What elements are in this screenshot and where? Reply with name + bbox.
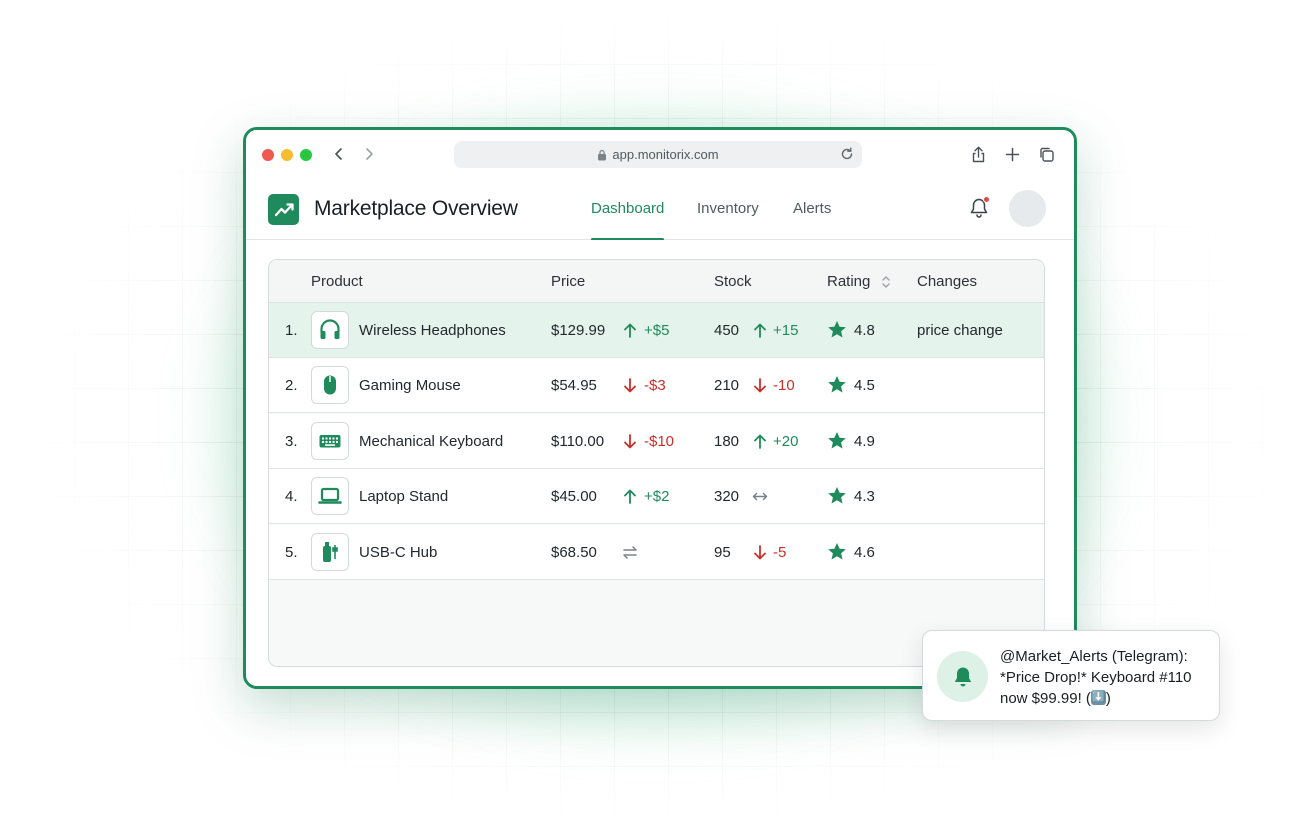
arrow-down-icon: [752, 377, 768, 394]
price-delta: -$3: [644, 377, 666, 395]
forward-icon[interactable]: [359, 142, 379, 166]
product-name[interactable]: Wireless Headphones: [359, 322, 506, 339]
arrow-down-icon: [622, 433, 638, 450]
table-row[interactable]: 5. USB-C Hub $68.50 95 -5 4.6: [269, 524, 1044, 580]
tab-alerts[interactable]: Alerts: [793, 200, 831, 240]
row-rank: 2.: [285, 377, 298, 395]
address-url: app.monitorix.com: [612, 147, 719, 162]
lock-icon: [598, 149, 607, 160]
row-rank: 5.: [285, 543, 298, 561]
price-value: $129.99: [551, 322, 606, 339]
headphones-icon: [311, 311, 349, 349]
rating-value: 4.5: [854, 377, 875, 395]
price-delta: -$10: [644, 432, 675, 450]
column-stock[interactable]: Stock: [714, 273, 752, 290]
star-icon: [827, 486, 847, 505]
product-name[interactable]: Laptop Stand: [359, 488, 448, 505]
table-row[interactable]: 2. Gaming Mouse $54.95 -$3 210 -10 4.5: [269, 358, 1044, 414]
toast-title: @Market_Alerts (Telegram):: [1000, 648, 1188, 665]
stock-value: 210: [714, 377, 740, 395]
row-rank: 3.: [285, 432, 298, 450]
tabs-overview-icon[interactable]: [1035, 143, 1057, 165]
column-product[interactable]: Product: [311, 273, 363, 290]
row-rank: 4.: [285, 488, 298, 506]
arrow-down-icon: [622, 377, 638, 394]
address-bar[interactable]: app.monitorix.com: [454, 141, 862, 168]
down-arrow-emoji-icon: ⬇️: [1090, 690, 1106, 705]
toast-text: @Market_Alerts (Telegram): *Price Drop!*…: [1000, 646, 1212, 709]
no-change-icon: [622, 544, 638, 561]
star-icon: [827, 431, 847, 450]
star-icon: [827, 320, 847, 339]
changes-value: price change: [917, 322, 1003, 339]
keyboard-icon: [311, 421, 349, 460]
stock-value: 320: [714, 488, 740, 506]
price-value: $45.00: [551, 488, 597, 506]
sort-icon[interactable]: [881, 274, 891, 290]
new-tab-icon[interactable]: [1001, 143, 1023, 165]
price-value: $54.95: [551, 377, 597, 395]
arrow-up-icon: [622, 322, 638, 339]
star-icon: [827, 375, 847, 394]
no-change-icon: [752, 488, 768, 505]
price-delta: +$5: [644, 322, 670, 339]
main-content: Product Price Stock Rating Changes 1. Wi…: [246, 240, 1074, 686]
rating-value: 4.9: [854, 432, 875, 450]
telegram-alert-toast[interactable]: @Market_Alerts (Telegram): *Price Drop!*…: [922, 630, 1220, 721]
app-header: Marketplace Overview Dashboard Inventory…: [246, 180, 1074, 241]
price-value: $110.00: [551, 432, 605, 450]
usb-hub-icon: [311, 532, 349, 571]
share-icon[interactable]: [967, 143, 989, 165]
notification-badge: [983, 196, 990, 203]
column-rating[interactable]: Rating: [827, 273, 870, 290]
price-delta: +$2: [644, 488, 670, 506]
stock-value: 95: [714, 543, 731, 561]
reload-icon[interactable]: [840, 147, 854, 161]
close-window-button[interactable]: [262, 149, 274, 161]
arrow-up-icon: [752, 322, 768, 339]
arrow-up-icon: [752, 433, 768, 450]
product-name[interactable]: Gaming Mouse: [359, 377, 461, 394]
toast-message: *Price Drop!* Keyboard #110 now $99.99! …: [1000, 667, 1212, 709]
stock-value: 180: [714, 432, 740, 450]
bell-icon: [937, 651, 988, 702]
browser-window: app.monitorix.com Marketplace Overview D…: [243, 127, 1077, 689]
maximize-window-button[interactable]: [300, 149, 312, 161]
table-header: Product Price Stock Rating Changes: [269, 260, 1044, 303]
arrow-down-icon: [752, 544, 768, 561]
back-icon[interactable]: [329, 142, 349, 166]
stock-delta: +15: [773, 322, 799, 339]
row-rank: 1.: [285, 322, 298, 339]
products-table: Product Price Stock Rating Changes 1. Wi…: [268, 259, 1045, 667]
rating-value: 4.6: [854, 543, 875, 561]
column-changes[interactable]: Changes: [917, 273, 977, 290]
rating-value: 4.8: [854, 322, 875, 339]
product-name[interactable]: Mechanical Keyboard: [359, 433, 503, 450]
table-row[interactable]: 4. Laptop Stand $45.00 +$2 320 4.3: [269, 469, 1044, 525]
table-row[interactable]: 1. Wireless Headphones $129.99 +$5 450 +…: [269, 303, 1044, 358]
trend-chart-icon: [268, 194, 299, 225]
tab-inventory[interactable]: Inventory: [697, 200, 759, 240]
browser-toolbar: app.monitorix.com: [246, 130, 1074, 180]
price-value: $68.50: [551, 543, 597, 561]
minimize-window-button[interactable]: [281, 149, 293, 161]
column-price[interactable]: Price: [551, 273, 585, 290]
table-row[interactable]: 3. Mechanical Keyboard $110.00 -$10 180 …: [269, 413, 1044, 469]
rating-value: 4.3: [854, 488, 875, 506]
mouse-icon: [311, 366, 349, 405]
stock-value: 450: [714, 322, 740, 339]
stock-delta: -5: [773, 543, 787, 561]
tab-dashboard[interactable]: Dashboard: [591, 200, 665, 241]
stock-delta: +20: [773, 432, 799, 450]
toast-message-end: ): [1105, 690, 1111, 707]
star-icon: [827, 542, 847, 561]
stock-delta: -10: [773, 377, 795, 395]
arrow-up-icon: [622, 488, 638, 505]
page-title: Marketplace Overview: [314, 197, 518, 220]
avatar[interactable]: [1009, 190, 1046, 227]
product-name[interactable]: USB-C Hub: [359, 544, 437, 561]
laptop-icon: [311, 477, 349, 516]
notifications-button[interactable]: [967, 196, 991, 220]
